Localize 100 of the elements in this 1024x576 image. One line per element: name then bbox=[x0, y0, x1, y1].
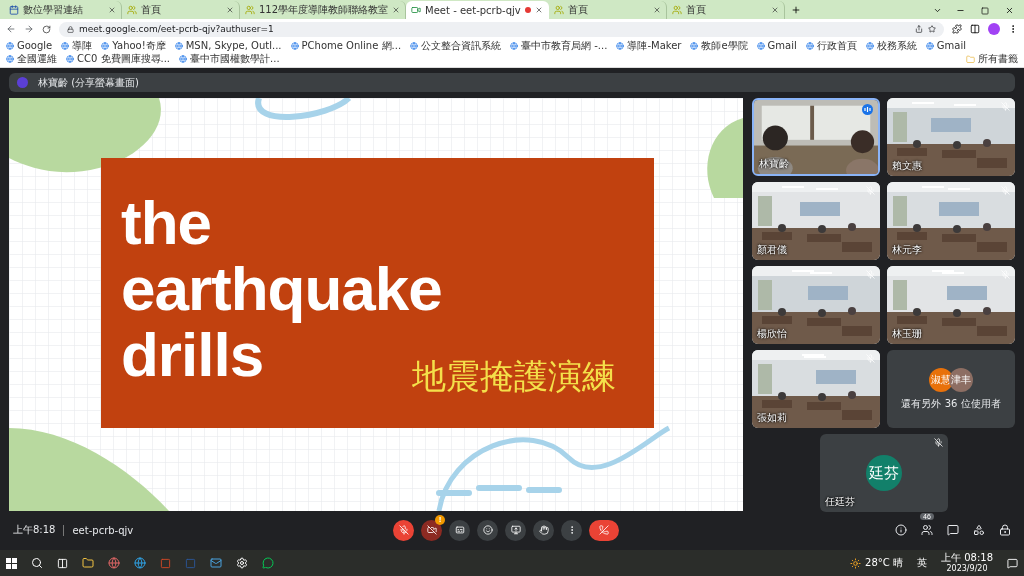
participant-name: 林元李 bbox=[892, 243, 922, 257]
side-panel-icon[interactable] bbox=[970, 24, 980, 34]
participant-name: 楊欣怡 bbox=[757, 327, 787, 341]
globe-icon bbox=[179, 55, 188, 63]
close-icon[interactable] bbox=[392, 6, 401, 14]
close-icon[interactable] bbox=[770, 6, 779, 14]
globe-icon bbox=[690, 42, 699, 50]
bookmark-link[interactable]: 行政首頁 bbox=[805, 40, 857, 52]
more-button[interactable] bbox=[561, 519, 582, 541]
captions-icon bbox=[454, 525, 465, 535]
close-icon[interactable] bbox=[1005, 6, 1014, 15]
people-icon bbox=[671, 5, 682, 15]
others-caption: 還有另外 36 位使用者 bbox=[901, 396, 1001, 411]
bookmark-link[interactable]: 全國運維 bbox=[6, 53, 57, 65]
raise-hand-button[interactable] bbox=[533, 519, 554, 541]
bookmark-link[interactable]: 導陣 bbox=[61, 40, 93, 52]
people-icon bbox=[921, 524, 933, 536]
maximize-icon[interactable] bbox=[981, 7, 989, 15]
bookmark-link[interactable]: 臺中市教育局網 -... bbox=[510, 40, 608, 52]
address-field[interactable]: meet.google.com/eet-pcrb-qjv?authuser=1 bbox=[59, 21, 944, 37]
meeting-time: 上午8:18 bbox=[13, 523, 56, 537]
captions-button[interactable] bbox=[449, 519, 470, 541]
folder-icon[interactable] bbox=[82, 557, 94, 569]
phone-icon bbox=[599, 525, 609, 535]
bookmarks-folder[interactable]: 所有書籤 bbox=[966, 53, 1018, 65]
bookmark-link[interactable]: 校務系統 bbox=[865, 40, 917, 52]
host-controls-button[interactable] bbox=[999, 524, 1011, 536]
back-icon[interactable] bbox=[6, 24, 16, 34]
calendar-icon bbox=[9, 5, 19, 15]
bookmark-link[interactable]: Yahoo!奇摩 bbox=[101, 40, 166, 52]
weather-icon bbox=[850, 557, 862, 569]
bookmark-link[interactable]: 公文整合資訊系統 bbox=[410, 40, 502, 52]
notifications-icon[interactable] bbox=[1007, 557, 1018, 569]
forward-icon[interactable] bbox=[24, 24, 34, 34]
weather-text: 28°C 晴 bbox=[865, 556, 903, 570]
presenter-label: 林寶齡 (分享螢幕畫面) bbox=[38, 75, 139, 90]
meeting-code: eet-pcrb-qjv bbox=[72, 524, 134, 536]
settings-icon[interactable] bbox=[236, 557, 248, 569]
app-icon[interactable] bbox=[160, 557, 171, 569]
close-icon[interactable] bbox=[226, 6, 234, 14]
bookmark-link[interactable]: 導陣-Maker bbox=[616, 40, 682, 52]
bookmark-link[interactable]: CC0 免費圖庫搜尋... bbox=[66, 53, 171, 65]
bookmark-link[interactable]: 教師e學院 bbox=[690, 40, 748, 52]
chat-button[interactable] bbox=[947, 524, 959, 536]
reload-icon[interactable] bbox=[42, 24, 51, 34]
extensions-icon[interactable] bbox=[952, 24, 962, 34]
tab-list-icon[interactable] bbox=[933, 6, 942, 15]
globe-icon bbox=[616, 42, 625, 50]
bookmark-link[interactable]: Gmail bbox=[756, 40, 797, 52]
close-icon[interactable] bbox=[652, 6, 661, 14]
people-icon bbox=[245, 5, 255, 15]
bookmark-link[interactable]: Gmail bbox=[925, 40, 966, 52]
star-icon[interactable] bbox=[928, 25, 936, 33]
slide-title: drills bbox=[121, 322, 264, 388]
globe-icon bbox=[174, 42, 183, 50]
alert-badge: ! bbox=[435, 514, 445, 525]
chat-icon bbox=[947, 524, 959, 536]
globe-icon bbox=[6, 55, 14, 63]
share-icon[interactable] bbox=[915, 25, 923, 33]
new-tab-icon[interactable] bbox=[790, 5, 801, 15]
participant-avatar: 淑慧 bbox=[929, 367, 953, 392]
speaking-icon bbox=[862, 104, 873, 115]
camera-icon bbox=[411, 5, 422, 15]
presenter-avatar bbox=[17, 77, 28, 88]
bookmark-link[interactable]: MSN, Skype, Outl... bbox=[174, 40, 282, 52]
people-icon bbox=[553, 5, 564, 15]
lock-icon bbox=[999, 524, 1011, 536]
task-view-icon[interactable] bbox=[57, 557, 68, 569]
input-method[interactable]: 英 bbox=[917, 556, 927, 570]
leave-call-button[interactable] bbox=[589, 519, 619, 541]
emoji-button[interactable] bbox=[477, 519, 498, 541]
activities-button[interactable] bbox=[973, 524, 985, 536]
profile-avatar-icon[interactable] bbox=[988, 23, 1000, 35]
participant-name: 任廷芬 bbox=[824, 495, 855, 509]
lock-icon bbox=[67, 25, 74, 33]
bookmark-link[interactable]: 臺中市國權數學計... bbox=[179, 53, 280, 65]
globe-icon bbox=[410, 42, 419, 50]
hand-icon bbox=[538, 525, 549, 535]
search-icon[interactable] bbox=[31, 557, 43, 569]
browser-icon[interactable] bbox=[108, 557, 120, 569]
globe-icon bbox=[290, 42, 299, 50]
globe-icon bbox=[66, 55, 74, 63]
globe-icon bbox=[865, 42, 874, 50]
chat-app-icon[interactable] bbox=[262, 557, 274, 569]
info-button[interactable] bbox=[895, 524, 907, 536]
microphone-button[interactable] bbox=[393, 519, 414, 541]
present-button[interactable] bbox=[505, 519, 526, 541]
participant-name: 張如莉 bbox=[757, 411, 787, 425]
windows-logo-icon[interactable] bbox=[6, 557, 17, 569]
participant-name: 林寶齡 bbox=[759, 157, 789, 171]
close-icon[interactable] bbox=[108, 6, 116, 14]
globe-icon bbox=[925, 42, 934, 50]
close-icon[interactable] bbox=[534, 6, 543, 14]
mail-icon[interactable] bbox=[210, 557, 222, 569]
browser-icon[interactable] bbox=[134, 557, 146, 569]
system-clock[interactable]: 上午 08:18 2023/9/20 bbox=[941, 552, 993, 574]
bookmark-link[interactable]: PChome Online 網... bbox=[290, 40, 402, 52]
microphone-off-icon bbox=[398, 525, 409, 535]
browser-tab[interactable]: Meet - eet-pcrb-qjv bbox=[406, 1, 549, 19]
bookmark-link[interactable]: Google bbox=[6, 40, 53, 52]
